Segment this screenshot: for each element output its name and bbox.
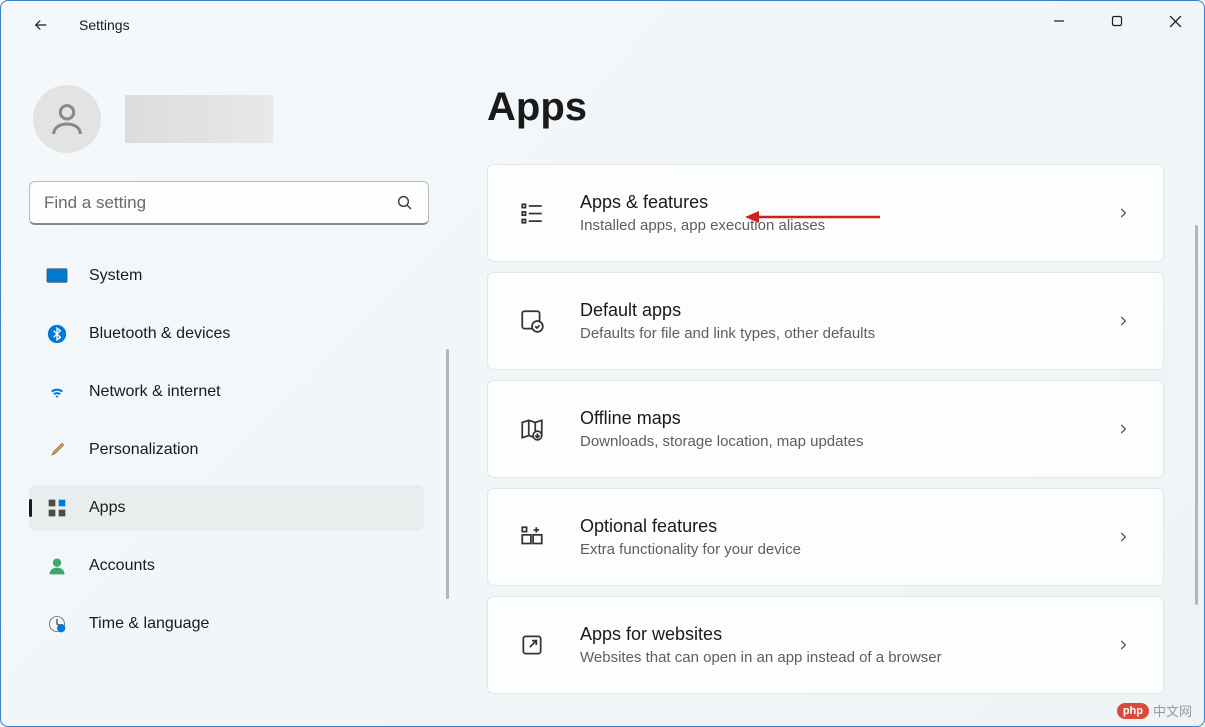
sidebar-item-accounts[interactable]: Accounts — [29, 543, 424, 589]
card-title: Optional features — [580, 516, 1113, 537]
sidebar-item-label: Apps — [89, 499, 125, 517]
person-icon — [47, 99, 87, 139]
app-check-icon — [518, 307, 546, 335]
sidebar-item-personalization[interactable]: Personalization — [29, 427, 424, 473]
main-scrollbar[interactable] — [1195, 225, 1198, 605]
sidebar-item-bluetooth[interactable]: Bluetooth & devices — [29, 311, 424, 357]
page-title: Apps — [487, 85, 1164, 130]
monitor-icon — [45, 264, 69, 288]
sidebar: System Bluetooth & devices Network & int… — [1, 49, 461, 726]
maximize-button[interactable] — [1088, 1, 1146, 41]
sidebar-item-time-language[interactable]: Time & language — [29, 601, 424, 647]
minimize-button[interactable] — [1030, 1, 1088, 41]
search-icon — [396, 194, 414, 212]
clock-globe-icon — [45, 612, 69, 636]
chevron-right-icon — [1113, 527, 1133, 547]
sidebar-item-label: Accounts — [89, 557, 155, 575]
chevron-right-icon — [1113, 203, 1133, 223]
brush-icon — [45, 438, 69, 462]
card-apps-for-websites[interactable]: Apps for websites Websites that can open… — [487, 596, 1164, 694]
profile-name-redacted — [125, 95, 273, 143]
card-desc: Installed apps, app execution aliases — [580, 217, 1113, 234]
sidebar-item-label: Bluetooth & devices — [89, 325, 230, 343]
card-title: Apps & features — [580, 192, 1113, 213]
card-title: Default apps — [580, 300, 1113, 321]
window-controls — [1030, 1, 1204, 41]
main-content: Apps Apps & features Installed apps, app… — [461, 49, 1204, 726]
card-title: Apps for websites — [580, 624, 1113, 645]
search-input[interactable] — [44, 193, 396, 213]
sidebar-item-system[interactable]: System — [29, 253, 424, 299]
wifi-icon — [45, 380, 69, 404]
titlebar: Settings — [1, 1, 1204, 49]
card-offline-maps[interactable]: Offline maps Downloads, storage location… — [487, 380, 1164, 478]
minimize-icon — [1053, 15, 1065, 27]
maximize-icon — [1111, 15, 1123, 27]
app-title: Settings — [79, 17, 130, 33]
card-optional-features[interactable]: Optional features Extra functionality fo… — [487, 488, 1164, 586]
back-button[interactable] — [21, 5, 61, 45]
nav-list: System Bluetooth & devices Network & int… — [29, 253, 433, 647]
sidebar-item-label: Network & internet — [89, 383, 221, 401]
watermark-text: 中文网 — [1153, 701, 1192, 720]
search-box[interactable] — [29, 181, 429, 225]
sidebar-item-apps[interactable]: Apps — [29, 485, 424, 531]
watermark-badge: php — [1117, 703, 1149, 719]
avatar — [33, 85, 101, 153]
watermark: php 中文网 — [1117, 701, 1192, 720]
chevron-right-icon — [1113, 635, 1133, 655]
apps-icon — [45, 496, 69, 520]
card-desc: Extra functionality for your device — [580, 541, 1113, 558]
add-feature-icon — [518, 523, 546, 551]
card-default-apps[interactable]: Default apps Defaults for file and link … — [487, 272, 1164, 370]
card-desc: Defaults for file and link types, other … — [580, 325, 1113, 342]
person-icon — [45, 554, 69, 578]
profile-section[interactable] — [33, 85, 433, 153]
card-desc: Websites that can open in an app instead… — [580, 649, 1113, 666]
arrow-left-icon — [32, 16, 50, 34]
sidebar-item-network[interactable]: Network & internet — [29, 369, 424, 415]
card-title: Offline maps — [580, 408, 1113, 429]
list-icon — [518, 199, 546, 227]
bluetooth-icon — [45, 322, 69, 346]
sidebar-item-label: System — [89, 267, 142, 285]
close-button[interactable] — [1146, 1, 1204, 41]
sidebar-item-label: Time & language — [89, 615, 209, 633]
sidebar-item-label: Personalization — [89, 441, 198, 459]
chevron-right-icon — [1113, 419, 1133, 439]
close-icon — [1169, 15, 1182, 28]
card-desc: Downloads, storage location, map updates — [580, 433, 1113, 450]
external-icon — [518, 631, 546, 659]
sidebar-scrollbar[interactable] — [446, 349, 449, 599]
chevron-right-icon — [1113, 311, 1133, 331]
card-apps-features[interactable]: Apps & features Installed apps, app exec… — [487, 164, 1164, 262]
map-icon — [518, 415, 546, 443]
